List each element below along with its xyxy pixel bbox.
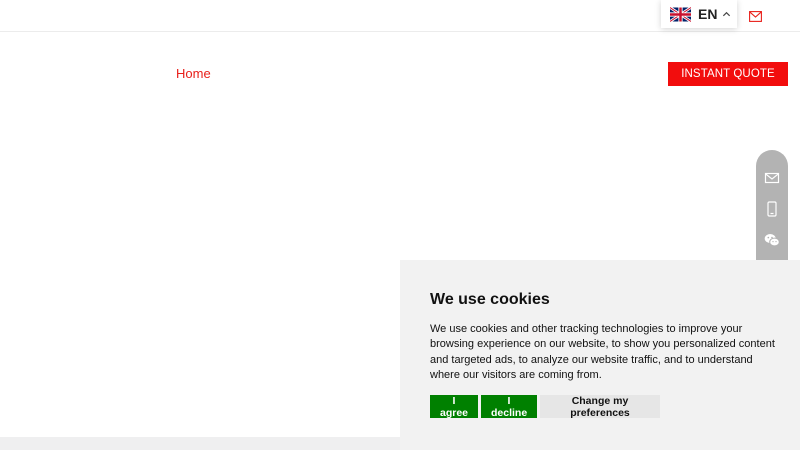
cookie-title: We use cookies xyxy=(430,291,550,308)
nav-home-link[interactable]: Home xyxy=(176,66,211,81)
cookie-description: We use cookies and other tracking techno… xyxy=(430,323,775,381)
envelope-icon[interactable] xyxy=(749,11,762,22)
top-bar: EN xyxy=(0,0,800,32)
page: EN Home INSTANT QUOTE We use cookies We … xyxy=(0,0,800,450)
decline-button[interactable]: I decline xyxy=(481,395,537,419)
wechat-icon[interactable] xyxy=(764,232,780,248)
cookie-button-row: I agree I decline Change my preferences xyxy=(430,395,660,419)
mobile-phone-icon[interactable] xyxy=(764,201,780,217)
instant-quote-button[interactable]: INSTANT QUOTE xyxy=(668,62,788,86)
language-code: EN xyxy=(698,6,718,22)
change-preferences-button[interactable]: Change my preferences xyxy=(540,395,660,419)
cookie-consent-dialog: We use cookies We use cookies and other … xyxy=(400,260,800,450)
side-contact-bar xyxy=(756,150,788,268)
language-selector[interactable]: EN xyxy=(661,0,737,28)
envelope-icon[interactable] xyxy=(764,170,780,186)
agree-button[interactable]: I agree xyxy=(430,395,478,419)
uk-flag-icon xyxy=(670,6,691,22)
chevron-up-icon xyxy=(723,11,731,16)
